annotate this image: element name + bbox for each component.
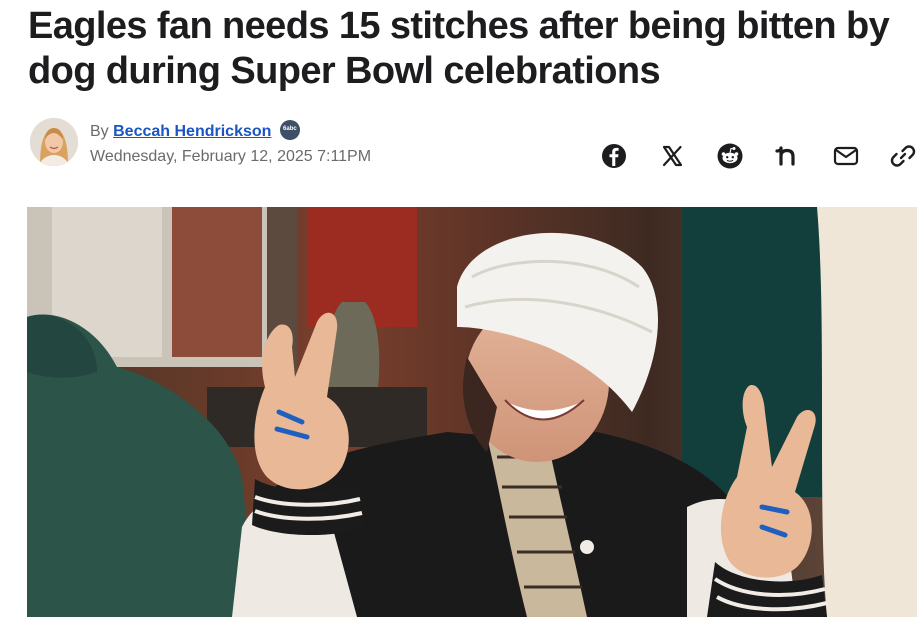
article-headline: Eagles fan needs 15 stitches after being… — [28, 5, 890, 92]
author-avatar-image — [30, 118, 78, 166]
byline-prefix: By — [90, 123, 109, 140]
x-icon[interactable] — [658, 142, 686, 170]
facebook-icon[interactable] — [600, 142, 628, 170]
network-badge-label: 6abc — [283, 126, 297, 132]
hero-photo[interactable] — [27, 207, 917, 617]
copy-link-icon[interactable] — [889, 142, 917, 170]
email-icon[interactable] — [832, 142, 860, 170]
byline-author-line: By Beccah Hendrickson 6abc — [90, 120, 300, 141]
hero-photo-illustration — [27, 207, 917, 617]
author-avatar[interactable] — [30, 118, 78, 166]
nextdoor-icon[interactable] — [774, 142, 802, 170]
network-badge-icon: 6abc — [279, 120, 300, 140]
author-link[interactable]: Beccah Hendrickson — [113, 123, 271, 140]
publish-date: Wednesday, February 12, 2025 7:11PM — [90, 148, 372, 165]
reddit-icon[interactable] — [716, 142, 744, 170]
